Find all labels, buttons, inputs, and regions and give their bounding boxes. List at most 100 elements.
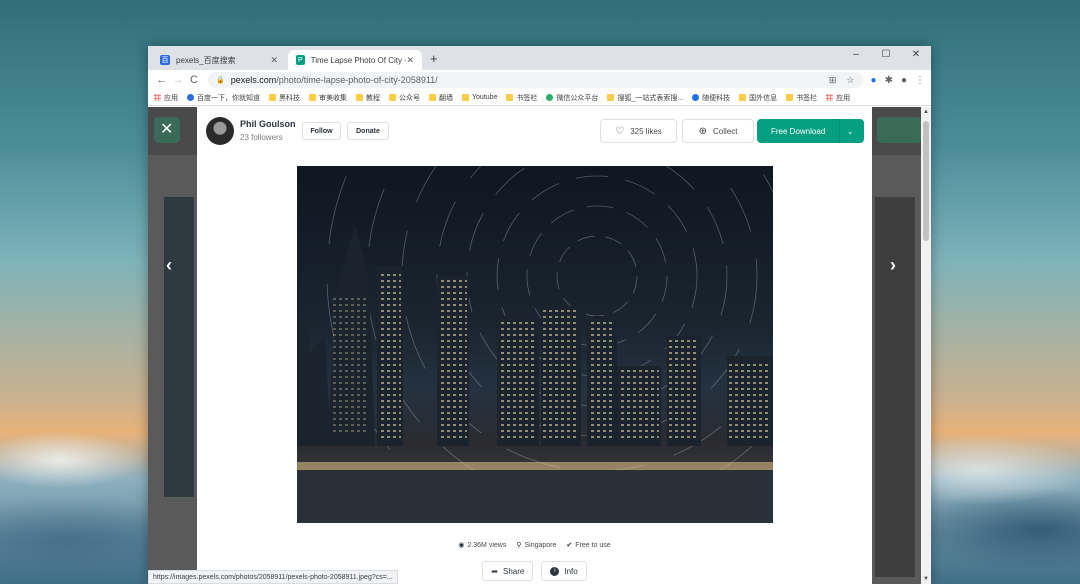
eye-icon: ◉ [458,542,465,549]
bookmark-label: 教程 [366,94,380,102]
bookmark-item[interactable]: 应用 [826,93,850,103]
bookmark-item[interactable]: 审美收集 [309,93,347,103]
bookmark-item[interactable]: 黑科技 [269,93,300,103]
info-button[interactable]: i Info [541,561,587,581]
reload-button[interactable]: C [186,74,202,86]
city-star-trail-photo [297,166,773,523]
folder-icon [389,94,396,101]
scroll-down-icon[interactable]: ▼ [923,576,929,582]
bookmark-item[interactable]: 微信公众平台 [546,93,598,103]
download-label: Free Download [771,126,826,136]
bookmark-label: 应用 [164,94,178,102]
heart-icon: ♡ [615,125,625,137]
bookmark-item[interactable]: 书签栏 [506,93,537,103]
bookmark-item[interactable]: 应用 [154,93,178,103]
license-stat[interactable]: ✔ Free to use [566,541,610,549]
new-tab-button[interactable]: + [430,51,438,66]
check-circle-icon: ✔ [566,542,573,549]
tab-baidu[interactable]: 百 pexels_百度搜索 ✕ [152,50,286,70]
baidu-icon [187,94,194,101]
plus-circle-icon: ⊕ [698,125,707,137]
address-bar-row: ← → C 🔒 pexels.com/photo/time-lapse-phot… [148,70,931,90]
profile-avatar-icon[interactable]: ● [901,75,907,86]
photo-stats: ◉ 2.36M views ⚲ Singapore ✔ Free to use [197,541,872,549]
translate-icon[interactable]: ⊞ [829,75,837,86]
status-bar-url: https://images.pexels.com/photos/2058911… [148,570,398,584]
scroll-up-icon[interactable]: ▲ [923,109,929,115]
folder-icon [607,94,615,101]
apps-icon [826,94,834,101]
bookmark-item[interactable]: 翻墙 [429,93,453,103]
bookmark-label: 微信公众平台 [556,94,599,102]
bookmark-item[interactable]: 书签栏 [786,93,817,103]
extension-g-icon[interactable]: ● [871,75,877,86]
pexels-favicon-icon: P [296,55,305,65]
minimize-button[interactable]: – [841,46,871,64]
share-label: Share [503,566,525,576]
close-tab-icon[interactable]: ✕ [406,55,414,66]
lock-icon: 🔒 [216,77,225,84]
scroll-thumb[interactable] [923,121,929,241]
menu-kebab-icon[interactable]: ⋮ [915,75,925,86]
download-options-chevron-icon[interactable]: ⌄ [840,127,860,136]
next-photo-icon[interactable]: › [890,255,896,276]
photo-modal: Phil Goulson 23 followers Follow Donate … [197,107,872,584]
url-input[interactable]: 🔒 pexels.com/photo/time-lapse-photo-of-c… [208,72,863,88]
free-download-button[interactable]: Free Download ⌄ [757,119,864,143]
bookmark-item[interactable]: Youtube [462,94,497,101]
tab-title: pexels_百度搜索 [176,55,236,65]
bookmark-label: 审美收集 [319,94,347,102]
bookmark-item[interactable]: 百度一下，你就知道 [187,93,260,103]
info-label: Info [564,566,578,576]
collect-button[interactable]: ⊕ Collect [682,119,754,143]
share-arrow-icon: ➦ [491,566,498,576]
maximize-button[interactable]: ☐ [871,46,901,64]
bookmark-label: 应用 [836,94,851,102]
bookmark-item[interactable]: 国外信息 [739,93,777,103]
close-tab-icon[interactable]: ✕ [270,55,278,66]
bookmark-label: 国外信息 [749,94,778,102]
location-stat[interactable]: ⚲ Singapore [516,541,556,549]
views-stat: ◉ 2.36M views [458,542,507,549]
bookmark-star-icon[interactable]: ☆ [846,75,854,86]
browser-window: 百 pexels_百度搜索 ✕ P Time Lapse Photo Of Ci… [148,46,931,584]
follow-button[interactable]: Follow [302,122,341,140]
modal-header: Phil Goulson 23 followers Follow Donate … [197,115,872,149]
bookmark-item[interactable]: 随便科技 [692,93,730,103]
bookmark-label: 书签栏 [796,94,818,102]
author-avatar[interactable] [206,117,234,145]
close-modal-icon[interactable]: ✕ [160,119,173,139]
share-button[interactable]: ➦ Share [482,561,534,581]
previous-photo-icon[interactable]: ‹ [166,255,172,276]
folder-icon [269,94,276,101]
bookmark-item[interactable]: 搜狐_一站式表索搜... [607,93,683,103]
folder-icon [739,94,747,101]
bookmark-item[interactable]: 教程 [356,93,380,103]
bookmark-label: 黑科技 [279,94,300,102]
author-name[interactable]: Phil Goulson [240,119,296,129]
main-photo[interactable] [297,166,773,523]
like-button[interactable]: ♡ 325 likes [600,119,677,143]
info-icon: i [550,566,560,576]
page-scrollbar[interactable]: ▲ ▼ [921,107,931,584]
folder-icon [786,94,794,101]
donate-button[interactable]: Donate [347,122,389,140]
forward-button[interactable]: → [170,74,186,86]
apps-icon [154,94,161,101]
folder-icon [506,94,514,101]
tab-pexels[interactable]: P Time Lapse Photo Of City - Fre ✕ [288,50,422,70]
url-host: pexels.com [230,75,277,85]
bookmark-label: 随便科技 [702,94,731,102]
bookmarks-bar: 应用 百度一下，你就知道 黑科技 审美收集 教程 公众号 翻墙 Youtube 书签栏 微信公众平… [148,90,931,106]
bookmark-label: 公众号 [399,94,420,102]
tab-title: Time Lapse Photo Of City - Fre [310,55,407,65]
likes-count: 325 likes [630,126,662,136]
folder-icon [356,94,363,101]
back-button[interactable]: ← [154,74,170,86]
extensions-puzzle-icon[interactable]: ✱ [885,75,893,86]
extensions: ● ✱ ● ⋮ [871,75,925,86]
folder-icon [429,94,436,101]
bookmark-label: 书签栏 [516,94,538,102]
close-window-button[interactable]: ✕ [901,46,931,64]
bookmark-item[interactable]: 公众号 [389,93,420,103]
